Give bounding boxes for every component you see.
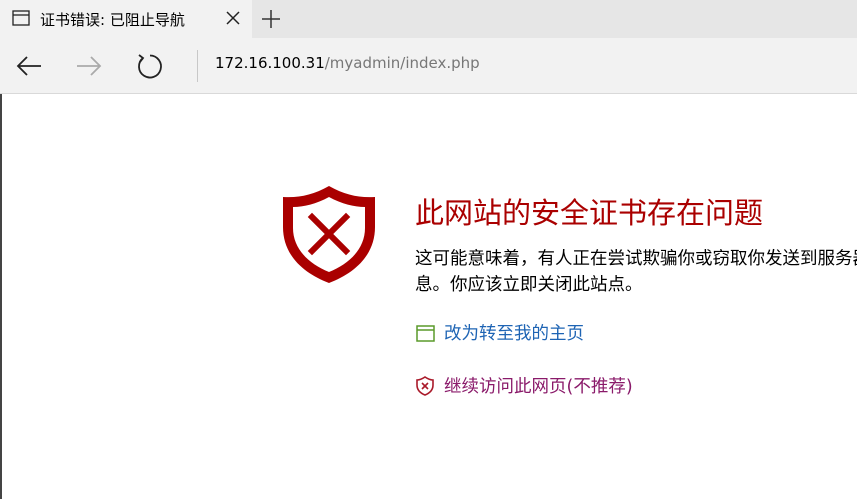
active-tab[interactable]: 证书错误: 已阻止导航 — [0, 0, 252, 38]
description-line-1: 这可能意味着，有人正在尝试欺骗你或窃取你发送到服务器的任何信 — [415, 249, 857, 269]
error-description: 这可能意味着，有人正在尝试欺骗你或窃取你发送到服务器的任何信 息。你应该立即关闭… — [415, 246, 857, 298]
window-edge — [0, 94, 2, 499]
home-page-icon — [416, 325, 435, 342]
description-line-2: 息。你应该立即关闭此站点。 — [415, 275, 643, 295]
page-icon — [12, 10, 30, 26]
back-arrow-icon[interactable] — [14, 51, 44, 81]
close-icon[interactable] — [224, 9, 242, 27]
page-title: 此网站的安全证书存在问题 — [415, 196, 764, 230]
shield-x-icon — [416, 376, 434, 396]
toolbar-divider — [197, 50, 198, 82]
refresh-icon[interactable] — [134, 51, 164, 81]
navigation-bar: 172.16.100.31/myadmin/index.php — [0, 38, 857, 94]
url-host: 172.16.100.31 — [215, 54, 325, 72]
forward-arrow-icon[interactable] — [74, 51, 104, 81]
plus-icon[interactable] — [260, 8, 282, 30]
go-home-label[interactable]: 改为转至我的主页 — [444, 320, 584, 345]
shield-error-icon — [283, 186, 375, 283]
tab-title: 证书错误: 已阻止导航 — [40, 11, 185, 29]
address-field[interactable]: 172.16.100.31/myadmin/index.php — [215, 54, 480, 72]
tab-strip: 证书错误: 已阻止导航 — [0, 0, 857, 38]
url-path: /myadmin/index.php — [324, 54, 480, 72]
continue-unsafe-label[interactable]: 继续访问此网页(不推荐) — [444, 373, 633, 398]
